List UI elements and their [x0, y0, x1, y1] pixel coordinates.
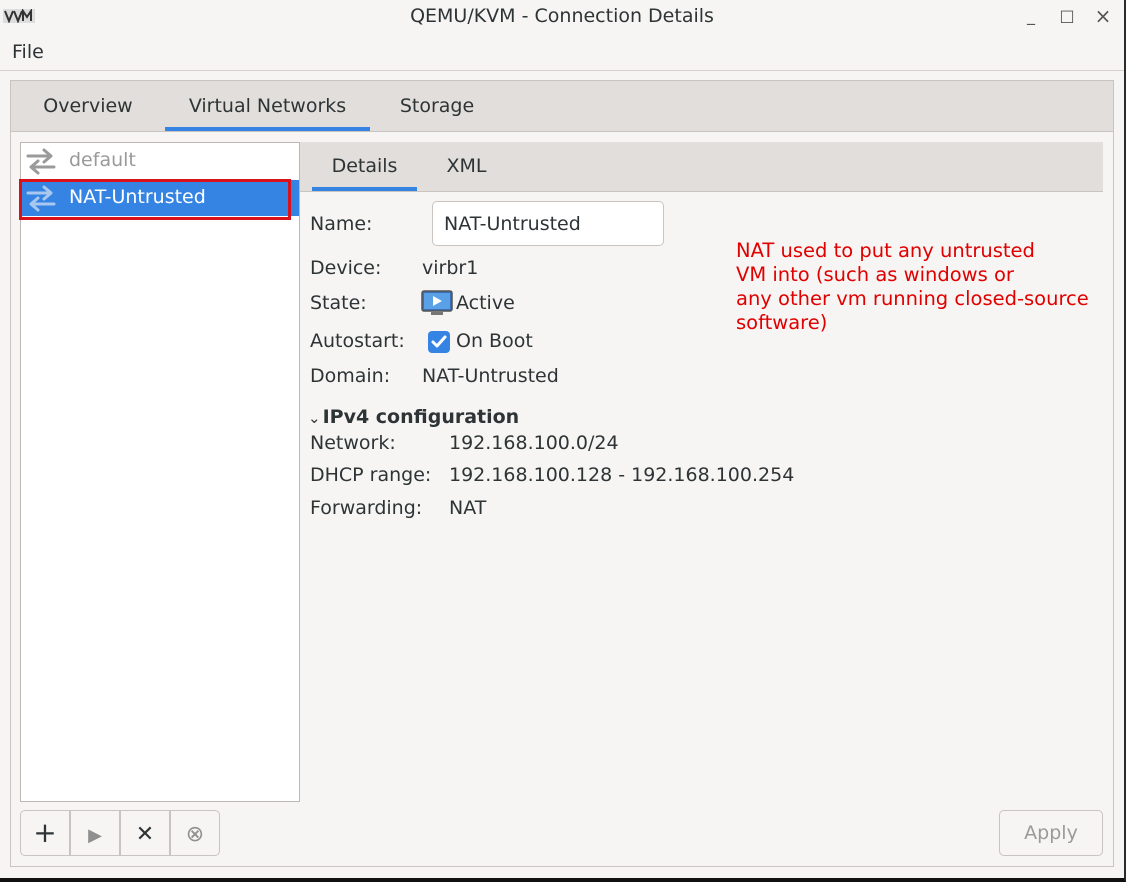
network-transfer-icon — [26, 148, 56, 175]
network-item-label: NAT-Untrusted — [69, 186, 206, 208]
network-label: Network: — [310, 432, 396, 454]
network-value: 192.168.100.0/24 — [449, 432, 619, 454]
details-tab-bar: Details XML — [300, 142, 1103, 192]
tab-overview[interactable]: Overview — [23, 81, 153, 131]
ipv4-expander[interactable]: ⌄ IPv4 configuration — [308, 406, 519, 428]
menu-bar: File — [0, 34, 1124, 71]
close-x-icon: ✕ — [135, 822, 155, 847]
network-transfer-icon — [26, 185, 56, 212]
chevron-down-icon: ⌄ — [308, 409, 321, 427]
domain-label: Domain: — [310, 365, 391, 387]
network-list: default NAT-Untrusted — [19, 142, 300, 802]
tab-virtual-networks[interactable]: Virtual Networks — [165, 81, 370, 131]
stop-circle-icon: ⊗ — [185, 822, 205, 847]
state-value: Active — [456, 292, 515, 314]
close-button[interactable]: × — [1091, 4, 1115, 28]
connection-tab-bar: Overview Virtual Networks Storage — [11, 81, 1113, 132]
autostart-checkbox[interactable] — [427, 330, 451, 354]
ipv4-heading: IPv4 configuration — [322, 406, 520, 428]
network-details-notebook: Details XML Name: Device: virbr1 State: … — [300, 142, 1103, 800]
tab-details[interactable]: Details — [312, 142, 417, 191]
title-bar[interactable]: QEMU/KVM - Connection Details _ □ × — [0, 0, 1124, 33]
device-label: Device: — [310, 257, 382, 279]
delete-network-button[interactable]: ✕ — [120, 810, 170, 856]
dhcp-range-label: DHCP range: — [310, 464, 432, 486]
name-label: Name: — [310, 213, 373, 235]
domain-value: NAT-Untrusted — [422, 365, 559, 387]
network-item-nat-untrusted[interactable]: NAT-Untrusted — [19, 179, 299, 220]
autostart-label: Autostart: — [310, 330, 405, 352]
add-network-button[interactable]: + — [20, 810, 70, 856]
tab-xml[interactable]: XML — [429, 142, 504, 191]
tab-storage[interactable]: Storage — [384, 81, 490, 131]
maximize-button[interactable]: □ — [1055, 4, 1079, 28]
menu-file[interactable]: File — [12, 41, 44, 63]
forwarding-value: NAT — [449, 497, 487, 519]
autostart-value: On Boot — [456, 330, 533, 352]
apply-button[interactable]: Apply — [999, 810, 1103, 856]
stop-network-button[interactable]: ⊗ — [170, 810, 220, 856]
plus-icon: + — [33, 816, 57, 849]
network-item-label: default — [69, 149, 136, 171]
name-input[interactable] — [432, 201, 664, 246]
window-title: QEMU/KVM - Connection Details — [410, 5, 714, 27]
play-icon: ▶ — [88, 825, 102, 846]
minimize-button[interactable]: _ — [1019, 4, 1043, 28]
connection-details-window: QEMU/KVM - Connection Details _ □ × File… — [0, 0, 1126, 882]
start-network-button[interactable]: ▶ — [70, 810, 120, 856]
forwarding-label: Forwarding: — [310, 497, 423, 519]
network-item-default[interactable]: default — [21, 143, 299, 179]
connection-notebook: Overview Virtual Networks Storage defaul… — [10, 80, 1114, 867]
annotation-note: NAT used to put any untrusted VM into (s… — [736, 239, 1089, 334]
state-running-monitor-icon — [421, 290, 453, 315]
device-value: virbr1 — [422, 257, 479, 279]
state-label: State: — [310, 292, 367, 314]
dhcp-range-value: 192.168.100.128 - 192.168.100.254 — [449, 464, 795, 486]
